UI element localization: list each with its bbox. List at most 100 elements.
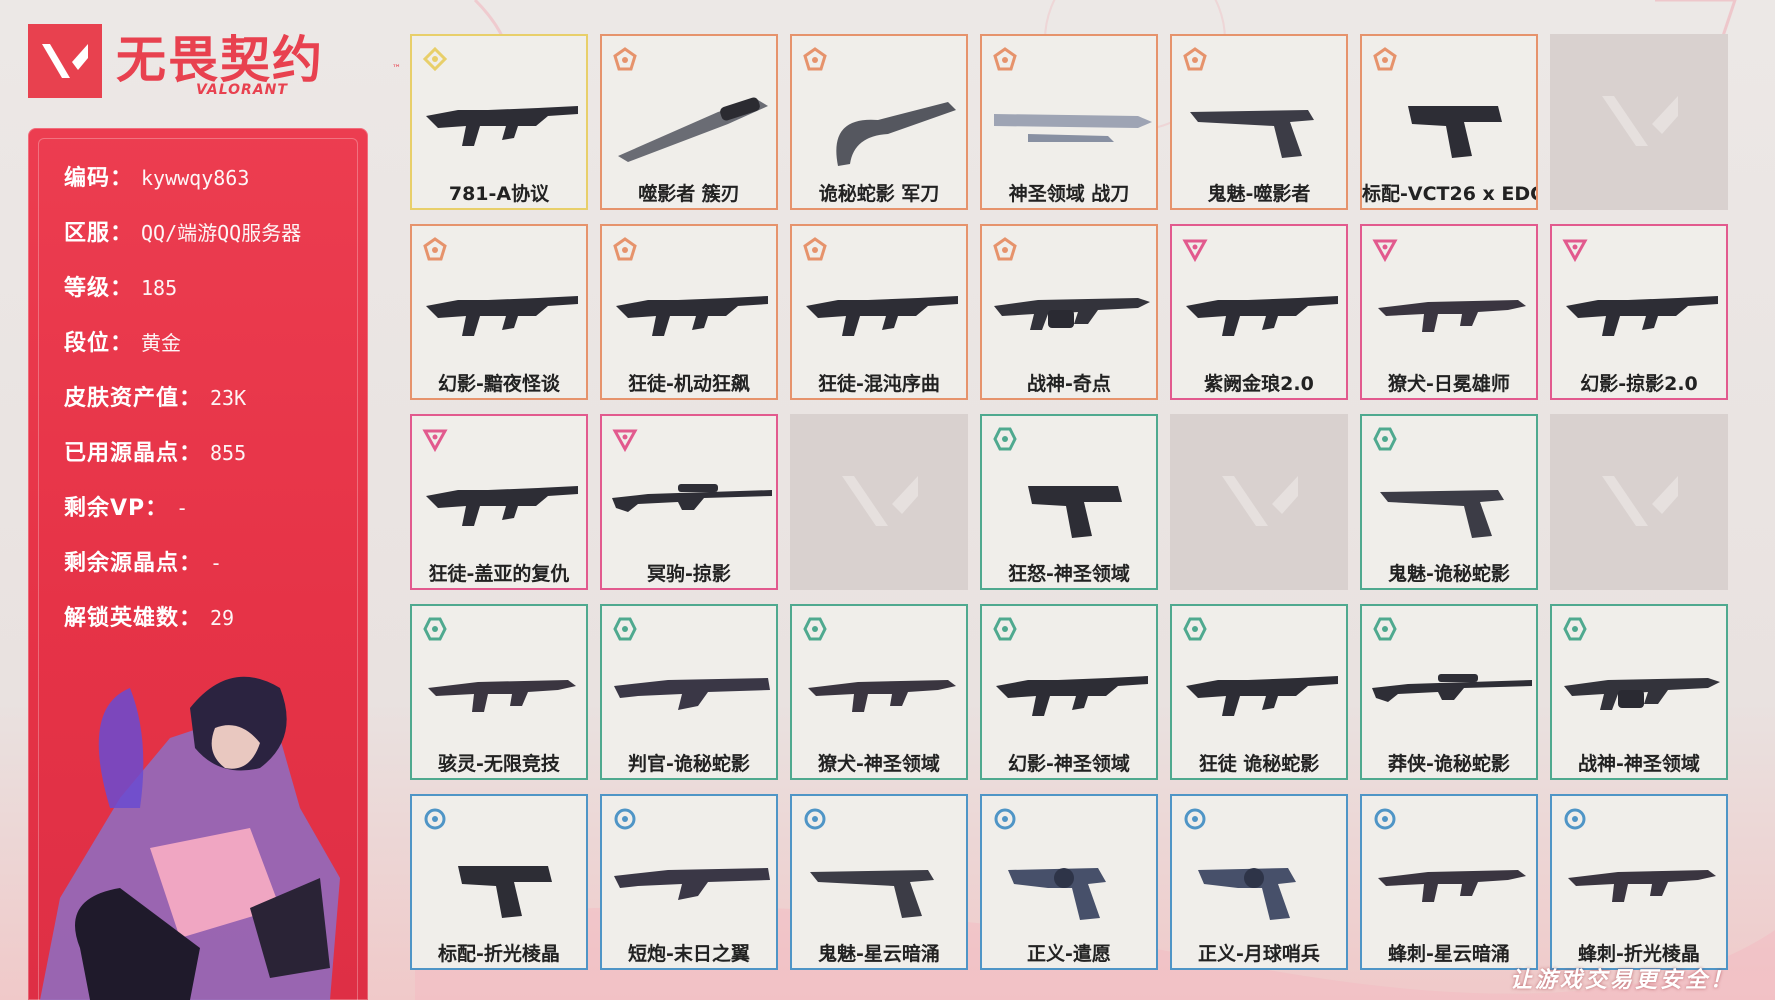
skin-name: 诡秘蛇影 军刀	[818, 183, 940, 205]
skin-card[interactable]: 骇灵-无限竞技	[410, 604, 588, 780]
empty-skin-slot	[1170, 414, 1348, 590]
footer-slogan: 让游戏交易更安全！	[1509, 968, 1735, 993]
account-info-row: 剩余源晶点： -	[64, 545, 222, 577]
skin-name: 莽侠-诡秘蛇影	[1388, 753, 1510, 775]
valorant-v-icon	[1222, 476, 1298, 526]
skin-name: 狂徒-机动狂飙	[628, 373, 750, 395]
circle-icon	[1374, 808, 1396, 830]
hexagon-icon	[993, 617, 1017, 641]
skin-card[interactable]: 紫阙金琅2.0	[1170, 224, 1348, 400]
smg-icon	[808, 680, 956, 712]
skin-card[interactable]: 标配-VCT26 x EDG	[1360, 34, 1538, 210]
skin-name: 标配-折光棱晶	[438, 943, 560, 965]
skin-card[interactable]: 正义-月球哨兵	[1170, 794, 1348, 970]
skin-card[interactable]: 噬影者 簇刃	[600, 34, 778, 210]
info-value: -	[176, 496, 189, 520]
skin-card[interactable]: 狂怒-神圣领域	[980, 414, 1158, 590]
triangle-icon	[1372, 239, 1398, 262]
skin-card[interactable]: 獠犬-日冕雄师	[1360, 224, 1538, 400]
skin-card[interactable]: 莽侠-诡秘蛇影	[1360, 604, 1538, 780]
skin-card[interactable]: 鬼魅-噬影者	[1170, 34, 1348, 210]
pentagon-icon	[993, 47, 1017, 71]
account-info-row: 编码： kywwqy863	[64, 160, 249, 192]
account-info-row: 解锁英雄数： 29	[64, 600, 234, 632]
hexagon-icon	[1183, 617, 1207, 641]
account-info-row: 剩余VP： -	[64, 490, 188, 522]
info-label: 段位：	[64, 331, 134, 356]
revolver-icon	[1198, 868, 1296, 920]
skin-name: 鬼魅-星云暗涌	[818, 943, 940, 965]
circle-icon	[424, 808, 446, 830]
skin-card[interactable]: 狂徒-盖亚的复仇	[410, 414, 588, 590]
account-info-row: 段位： 黄金	[64, 325, 181, 357]
skin-card[interactable]: 幻影-神圣领域	[980, 604, 1158, 780]
skin-card[interactable]: 狂徒-混沌序曲	[790, 224, 968, 400]
skin-card[interactable]: 短炮-末日之翼	[600, 794, 778, 970]
skin-name: 战神-神圣领域	[1578, 753, 1700, 775]
skin-name: 正义-遣愿	[1027, 943, 1111, 965]
skin-card[interactable]: 狂徒 诡秘蛇影	[1170, 604, 1348, 780]
info-label: 剩余VP：	[64, 496, 169, 521]
pentagon-icon	[613, 47, 637, 71]
valorant-v-icon	[28, 24, 102, 98]
karambit-icon	[836, 102, 956, 166]
skin-card[interactable]: 战神-神圣领域	[1550, 604, 1728, 780]
account-info-row: 区服： QQ/端游QQ服务器	[64, 215, 301, 247]
rifle-icon	[1186, 676, 1338, 716]
skin-card[interactable]: 鬼魅-诡秘蛇影	[1360, 414, 1538, 590]
account-info-panel: 编码： kywwqy863 区服： QQ/端游QQ服务器 等级： 185 段位： 黄金 皮肤资产…	[28, 128, 368, 1000]
skin-card[interactable]: 神圣领域 战刀	[980, 34, 1158, 210]
skin-card[interactable]: 战神-奇点	[980, 224, 1158, 400]
diamond-icon	[422, 46, 448, 72]
account-info-row: 已用源晶点： 855	[64, 435, 246, 467]
skin-card[interactable]: 蜂刺-星云暗涌	[1360, 794, 1538, 970]
rifle-icon	[616, 296, 768, 336]
info-value: 23K	[210, 386, 247, 410]
sniper-icon	[1372, 674, 1532, 702]
trademark: ™	[392, 64, 401, 74]
skin-card[interactable]: 冥驹-掠影	[600, 414, 778, 590]
smg-icon	[1568, 870, 1716, 902]
skin-name: 狂徒-混沌序曲	[818, 373, 940, 395]
circle-icon	[994, 808, 1016, 830]
info-label: 剩余源晶点：	[64, 551, 203, 576]
skin-name: 神圣领域 战刀	[1008, 183, 1130, 205]
skin-name: 狂怒-神圣领域	[1008, 563, 1130, 585]
pistol-icon	[1028, 486, 1122, 538]
hexagon-icon	[423, 617, 447, 641]
skin-name: 正义-月球哨兵	[1198, 943, 1320, 965]
pistol-long-icon	[810, 870, 934, 918]
skin-card[interactable]: 狂徒-机动狂飙	[600, 224, 778, 400]
skin-card[interactable]: 判官-诡秘蛇影	[600, 604, 778, 780]
triangle-icon	[422, 429, 448, 452]
knife-icon	[618, 97, 768, 162]
info-label: 区服：	[64, 221, 134, 246]
skin-card[interactable]: 獠犬-神圣领域	[790, 604, 968, 780]
skin-card[interactable]: 幻影-掠影2.0	[1550, 224, 1728, 400]
skin-name: 噬影者 簇刃	[638, 183, 740, 205]
info-value: -	[210, 551, 223, 575]
skin-card[interactable]: 标配-折光棱晶	[410, 794, 588, 970]
skin-name: 獠犬-神圣领域	[818, 753, 940, 775]
skin-name: 紫阙金琅2.0	[1204, 373, 1314, 395]
skin-name: 幻影-神圣领域	[1008, 753, 1130, 775]
skin-name: 标配-VCT26 x EDG	[1362, 183, 1536, 205]
hexagon-icon	[1373, 617, 1397, 641]
account-info-row: 等级： 185	[64, 270, 177, 302]
skin-name: 冥驹-掠影	[647, 563, 731, 585]
brand-subtitle: VALORANT	[196, 82, 288, 98]
skin-card[interactable]: 蜂刺-折光棱晶	[1550, 794, 1728, 970]
pistol-long-icon	[1380, 490, 1504, 538]
skin-card[interactable]: 781-A协议	[410, 34, 588, 210]
skin-card[interactable]: 鬼魅-星云暗涌	[790, 794, 968, 970]
skin-card[interactable]: 诡秘蛇影 军刀	[790, 34, 968, 210]
triangle-icon	[1562, 239, 1588, 262]
rifle-icon	[1186, 296, 1338, 336]
skin-card[interactable]: 正义-遣愿	[980, 794, 1158, 970]
empty-skin-slot	[790, 414, 968, 590]
skin-name: 幻影-掠影2.0	[1580, 373, 1698, 395]
lmg-icon	[1564, 678, 1720, 710]
rifle-icon	[996, 676, 1148, 716]
empty-skin-slot	[1550, 34, 1728, 210]
skin-card[interactable]: 幻影-黯夜怪谈	[410, 224, 588, 400]
